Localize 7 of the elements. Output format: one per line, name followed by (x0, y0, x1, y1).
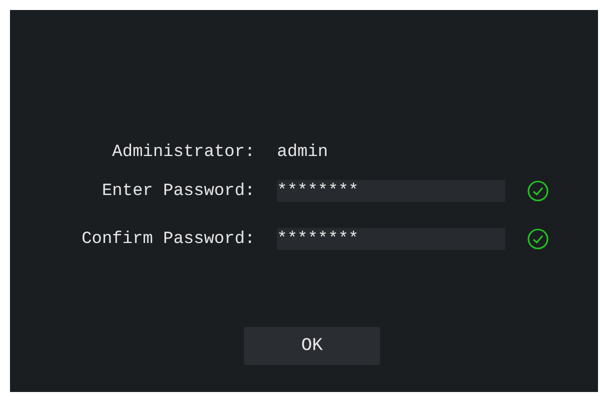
password-field[interactable]: ******** (277, 228, 505, 250)
field-label: Confirm Password: (80, 230, 255, 248)
password-field[interactable]: ******** (277, 180, 505, 202)
field-label: Administrator: (111, 142, 255, 162)
username-text: admin (277, 142, 330, 162)
ok-button[interactable]: OK (244, 327, 380, 365)
field-label: Enter Password: (100, 182, 255, 200)
